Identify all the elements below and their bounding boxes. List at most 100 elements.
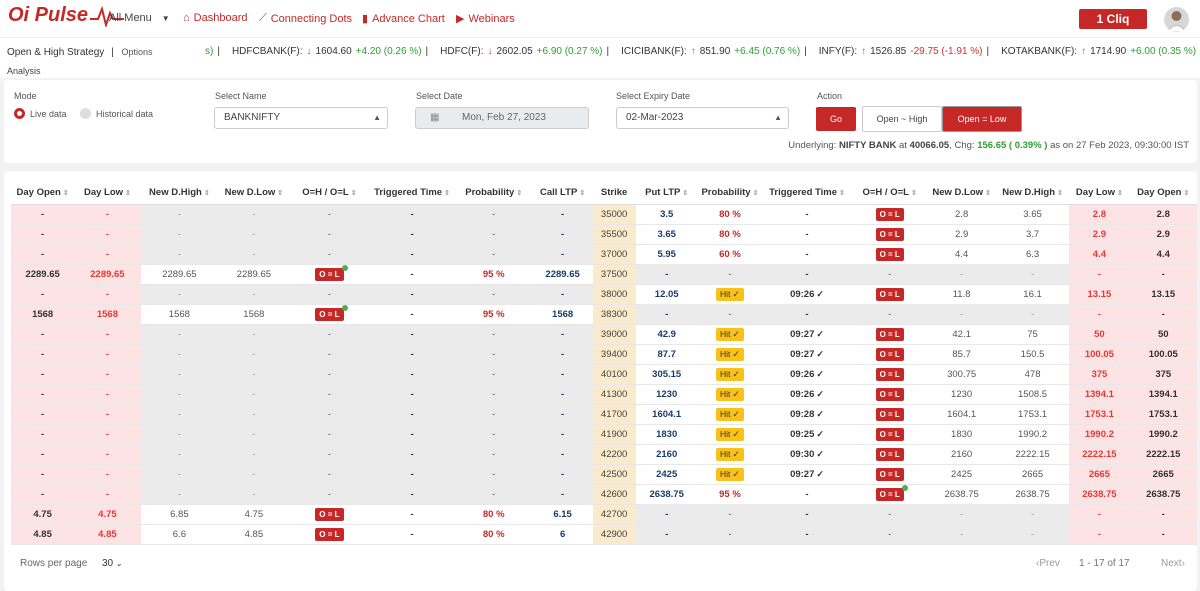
table-row[interactable]: - - - - - - - -39400 87.7 Hit ✓ 09:27 ✓ O = L 85.7 150.… <box>11 344 1197 365</box>
nav-advance-chart-label: Advance Chart <box>372 12 445 25</box>
page-title: Open & High Strategy <box>7 47 105 58</box>
table-row[interactable]: - - - - - - - - 37000 5.95 60 % - O = L 4.4 6.3 4.4 4.4 <box>11 244 1197 265</box>
date-input[interactable]: ▦ Mon, Feb 27, 2023 <box>415 107 589 129</box>
next-page-button[interactable]: Next› <box>1161 558 1185 569</box>
select-date-label: Select Date <box>416 91 463 101</box>
nav-webinars[interactable]: ▶ Webinars <box>456 12 515 26</box>
call-day-open: - <box>11 404 75 425</box>
put-probability: 80 % <box>697 224 763 245</box>
name-select[interactable]: BANKNIFTY ▲ <box>214 107 388 129</box>
table-row[interactable]: - - - - - - - - 35500 3.65 80 % - O = L 2.9 3.7 2.9 2.9 <box>11 224 1197 245</box>
ticker-change: +4.20 (0.26 %) <box>355 46 422 57</box>
column-header[interactable]: O=H / O=L ⇕ <box>289 181 370 205</box>
column-header[interactable]: Probability ⇕ <box>454 181 533 205</box>
column-header[interactable]: Day Open ⇕ <box>11 181 75 205</box>
ticker-ltp: 1604.60 <box>315 46 352 57</box>
user-avatar[interactable] <box>1164 7 1189 32</box>
nav-connecting-dots-label: Connecting Dots <box>270 12 353 25</box>
ticker-item[interactable]: s) | <box>205 46 226 57</box>
option-chain-table: Day Open ⇕ Day Low ⇕ New D.High ⇕ New D.Low ⇕ O=… <box>11 181 1197 545</box>
ticker-item[interactable]: HDFC(F): ↓ 2602.05 +6.90 (0.27 %) | <box>440 46 615 57</box>
expiry-select[interactable]: 02-Mar-2023 ▲ <box>616 107 789 129</box>
call-new-low-value: - <box>252 328 256 340</box>
column-header[interactable]: Strike <box>592 181 636 205</box>
table-body: - - - - - - - -35000 3.5 80 % - O = L 2.8 3.65 2.8 2.8-… <box>11 204 1197 545</box>
column-header[interactable]: Put LTP ⇕ <box>635 181 698 205</box>
put-probability-value: - <box>728 508 732 520</box>
call-triggered-time-value: - <box>410 368 414 380</box>
table-row[interactable]: - - - - - - - -41300 1230 Hit ✓ 09:26 ✓ O = L 1230 1508… <box>11 384 1197 405</box>
ticker-item[interactable]: HDFCBANK(F): ↓ 1604.60 +4.20 (0.26 %) | <box>232 46 434 57</box>
table-row[interactable]: - - - - - - - -41700 1604.1 Hit ✓ 09:28 ✓ O = L 1604.1… <box>11 404 1197 425</box>
call-probability-value: - <box>492 428 496 440</box>
column-header[interactable]: Day Low ⇕ <box>74 181 141 205</box>
underlying-prefix: Underlying: <box>788 140 837 151</box>
table-row[interactable]: - - - - - - - -42500 2425 Hit ✓ 09:27 ✓ O = L 2425 2665… <box>11 464 1197 485</box>
sort-icon: ⇕ <box>1116 189 1123 197</box>
column-header[interactable]: New D.High ⇕ <box>140 181 219 205</box>
call-day-low-value: 1568 <box>96 308 118 320</box>
prev-page-button[interactable]: ‹Prev <box>1036 558 1060 569</box>
chart-line-icon: ⟋ <box>259 12 267 24</box>
table-row[interactable]: - - - - - - - -39000 42.9 Hit ✓ 09:27 ✓ O = L 42.1 75 50… <box>11 324 1197 345</box>
call-new-high: 1568 <box>140 304 219 325</box>
ol-badge-label: O = L <box>319 509 340 519</box>
call-ltp: - <box>532 244 593 265</box>
table-row[interactable]: 4.75 4.75 6.85 4.75 O = L - 80 % 6.15 42700 - - - - -… <box>11 504 1197 525</box>
put-probability: - <box>697 304 763 325</box>
ol-badge-label: O = L <box>879 409 900 419</box>
column-header[interactable]: O=H / O=L ⇕ <box>851 181 928 205</box>
live-data-radio[interactable]: Live data <box>14 108 67 119</box>
ol-badge-label: O = L <box>879 209 900 219</box>
ticker-item[interactable]: ICICIBANK(F): ↑ 851.90 +6.45 (0.76 %) | <box>621 46 813 57</box>
call-new-low-value: - <box>252 368 256 380</box>
put-day-low: 2.9 <box>1069 224 1130 245</box>
put-new-high: 1753.1 <box>995 404 1070 425</box>
oi-pulse-logo[interactable]: Oi Pulse <box>8 4 125 27</box>
hit-badge: Hit ✓ <box>715 447 744 461</box>
call-day-open-value: 4.75 <box>33 508 52 520</box>
strike-price-value: 42900 <box>600 528 628 540</box>
column-header[interactable]: Probability ⇕ <box>697 181 763 205</box>
table-row[interactable]: 1568 1568 1568 1568 O = L - 95 % 1568 38300 - - - - -… <box>11 304 1197 325</box>
table-row[interactable]: - - - - - - - - 42600 2638.75 95 % - O = L 2638.75 263… <box>11 484 1197 505</box>
column-header[interactable]: New D.Low ⇕ <box>218 181 290 205</box>
go-button[interactable]: Go <box>816 107 856 131</box>
table-row[interactable]: - - - - - - - -42200 2160 Hit ✓ 09:30 ✓ O = L 2160 2222… <box>11 444 1197 465</box>
rows-per-page-select[interactable]: 30 ⌄ <box>102 558 123 569</box>
table-row[interactable]: 4.85 4.85 6.6 4.85 O = L - 80 % 6 42900 - - - - - - - - <box>11 524 1197 545</box>
column-header[interactable]: Day Open ⇕ <box>1129 181 1197 205</box>
options-link[interactable]: Options <box>121 47 152 57</box>
historical-data-radio[interactable]: Historical data <box>80 108 153 119</box>
column-header[interactable]: Triggered Time ⇕ <box>762 181 852 205</box>
nav-dashboard[interactable]: ⌂ Dashboard <box>183 12 247 24</box>
put-day-open: 375 <box>1129 364 1197 385</box>
table-row[interactable]: 2289.65 2289.65 2289.65 2289.65 O = L - 95 % 22… <box>11 264 1197 285</box>
table-row[interactable]: - - - - - - - - 35000 3.5 80 % - O = L 2.8 3.65 2.8 2.8 <box>11 204 1197 225</box>
column-header[interactable]: New D.Low ⇕ <box>927 181 996 205</box>
table-row[interactable]: - - - - - - - -38000 12.05 Hit ✓ 09:26 ✓ O = L 11.8 16.… <box>11 284 1197 305</box>
ticker-item[interactable]: KOTAKBANK(F):↑1714.90+6.00 (0.35 %)| <box>1001 46 1200 57</box>
open-low-button[interactable]: Open = Low <box>942 106 1022 132</box>
sort-icon: ⇕ <box>203 189 210 197</box>
nav-advance-chart[interactable]: ▮ Advance Chart <box>362 12 445 26</box>
open-high-button[interactable]: Open ~ High <box>862 106 942 132</box>
ticker-item[interactable]: INFY(F): ↑ 1526.85 -29.75 (-1.91 %) | <box>819 46 995 57</box>
column-header[interactable]: Day Low ⇕ <box>1069 181 1130 205</box>
put-day-low: - <box>1069 264 1130 285</box>
check-icon: ✓ <box>732 468 740 479</box>
nav-connecting-dots[interactable]: ⟋ Connecting Dots <box>259 12 352 25</box>
table-row[interactable]: - - - - - - - -40100 305.15 Hit ✓ 09:26 ✓ O = L 300.75… <box>11 364 1197 385</box>
column-header[interactable]: Call LTP ⇕ <box>532 181 593 205</box>
put-new-low-value: 300.75 <box>947 368 977 380</box>
check-icon: ✓ <box>816 388 824 399</box>
column-header[interactable]: New D.High ⇕ <box>995 181 1070 205</box>
ol-badge-label: O = L <box>319 529 340 539</box>
put-triggered-time-value: 09:27 <box>790 348 815 360</box>
column-header[interactable]: Triggered Time ⇕ <box>369 181 455 205</box>
call-triggered-time: - <box>369 344 455 365</box>
all-menu-dropdown[interactable]: All Menu ▼ <box>109 12 170 24</box>
table-row[interactable]: - - - - - - - -41900 1830 Hit ✓ 09:25 ✓ O = L 1830 1990… <box>11 424 1197 445</box>
one-cliq-button[interactable]: 1 Cliq <box>1079 9 1147 29</box>
put-ltp-value: - <box>665 508 669 520</box>
